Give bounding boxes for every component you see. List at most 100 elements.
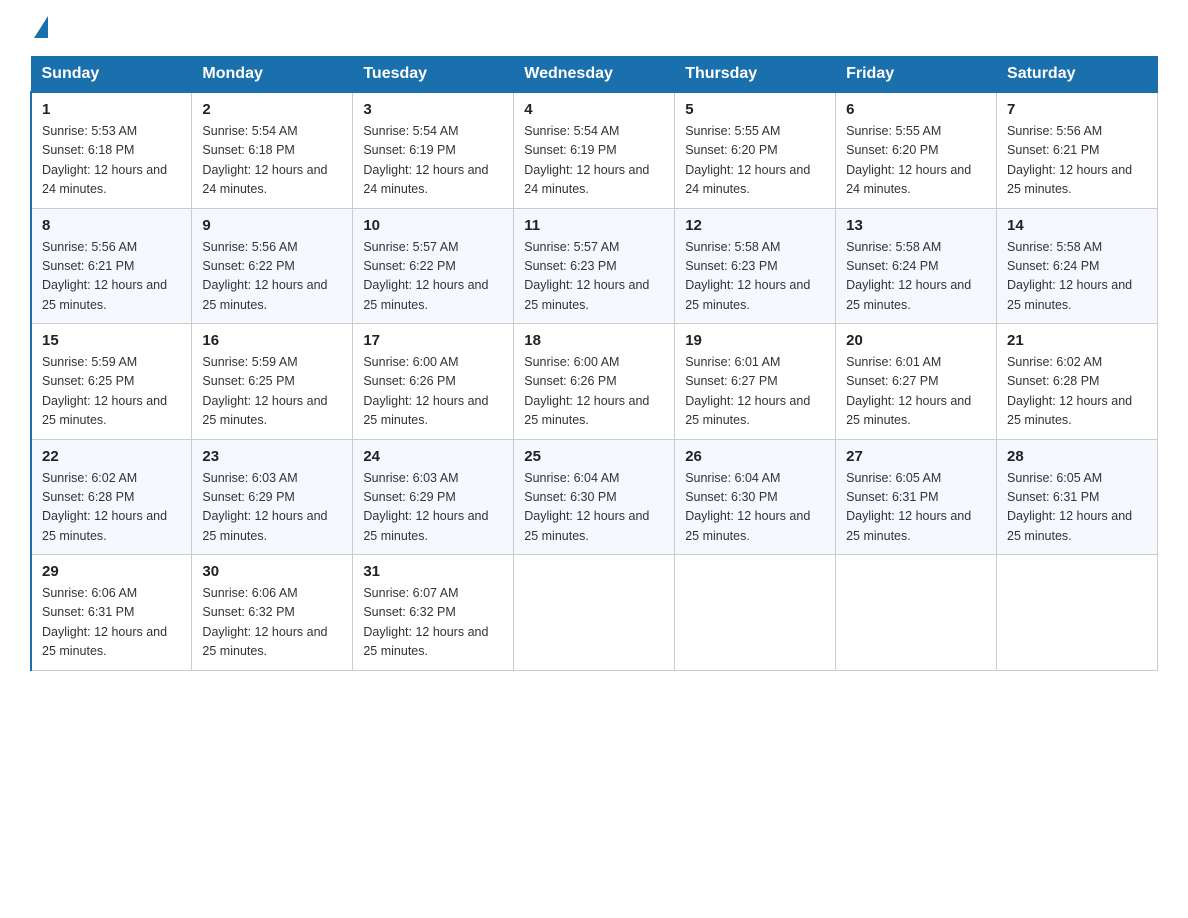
calendar-cell: 18 Sunrise: 6:00 AM Sunset: 6:26 PM Dayl… bbox=[514, 324, 675, 440]
day-info: Sunrise: 5:54 AM Sunset: 6:19 PM Dayligh… bbox=[524, 122, 664, 200]
day-number: 21 bbox=[1007, 332, 1147, 349]
header-cell-wednesday: Wednesday bbox=[514, 57, 675, 93]
day-number: 11 bbox=[524, 217, 664, 234]
logo bbox=[30, 20, 48, 38]
day-number: 24 bbox=[363, 448, 503, 465]
page-header bbox=[30, 20, 1158, 38]
day-number: 18 bbox=[524, 332, 664, 349]
day-number: 25 bbox=[524, 448, 664, 465]
calendar-cell: 29 Sunrise: 6:06 AM Sunset: 6:31 PM Dayl… bbox=[31, 555, 192, 671]
day-info: Sunrise: 6:05 AM Sunset: 6:31 PM Dayligh… bbox=[1007, 469, 1147, 547]
calendar-cell: 12 Sunrise: 5:58 AM Sunset: 6:23 PM Dayl… bbox=[675, 208, 836, 324]
day-number: 1 bbox=[42, 101, 181, 118]
calendar-cell: 23 Sunrise: 6:03 AM Sunset: 6:29 PM Dayl… bbox=[192, 439, 353, 555]
calendar-cell bbox=[836, 555, 997, 671]
day-info: Sunrise: 6:03 AM Sunset: 6:29 PM Dayligh… bbox=[363, 469, 503, 547]
day-info: Sunrise: 6:07 AM Sunset: 6:32 PM Dayligh… bbox=[363, 584, 503, 662]
calendar-cell: 4 Sunrise: 5:54 AM Sunset: 6:19 PM Dayli… bbox=[514, 92, 675, 208]
day-number: 17 bbox=[363, 332, 503, 349]
calendar-week-row: 1 Sunrise: 5:53 AM Sunset: 6:18 PM Dayli… bbox=[31, 92, 1158, 208]
calendar-cell: 22 Sunrise: 6:02 AM Sunset: 6:28 PM Dayl… bbox=[31, 439, 192, 555]
day-number: 16 bbox=[202, 332, 342, 349]
calendar-cell: 21 Sunrise: 6:02 AM Sunset: 6:28 PM Dayl… bbox=[997, 324, 1158, 440]
day-info: Sunrise: 5:58 AM Sunset: 6:23 PM Dayligh… bbox=[685, 238, 825, 316]
day-number: 31 bbox=[363, 563, 503, 580]
day-info: Sunrise: 6:04 AM Sunset: 6:30 PM Dayligh… bbox=[685, 469, 825, 547]
calendar-week-row: 22 Sunrise: 6:02 AM Sunset: 6:28 PM Dayl… bbox=[31, 439, 1158, 555]
calendar-cell bbox=[675, 555, 836, 671]
day-info: Sunrise: 5:57 AM Sunset: 6:22 PM Dayligh… bbox=[363, 238, 503, 316]
day-number: 7 bbox=[1007, 101, 1147, 118]
calendar-week-row: 8 Sunrise: 5:56 AM Sunset: 6:21 PM Dayli… bbox=[31, 208, 1158, 324]
day-info: Sunrise: 6:05 AM Sunset: 6:31 PM Dayligh… bbox=[846, 469, 986, 547]
calendar-header: SundayMondayTuesdayWednesdayThursdayFrid… bbox=[31, 57, 1158, 93]
day-info: Sunrise: 5:55 AM Sunset: 6:20 PM Dayligh… bbox=[846, 122, 986, 200]
day-number: 5 bbox=[685, 101, 825, 118]
day-number: 30 bbox=[202, 563, 342, 580]
day-info: Sunrise: 5:59 AM Sunset: 6:25 PM Dayligh… bbox=[202, 353, 342, 431]
day-info: Sunrise: 5:57 AM Sunset: 6:23 PM Dayligh… bbox=[524, 238, 664, 316]
calendar-cell: 5 Sunrise: 5:55 AM Sunset: 6:20 PM Dayli… bbox=[675, 92, 836, 208]
calendar-cell: 26 Sunrise: 6:04 AM Sunset: 6:30 PM Dayl… bbox=[675, 439, 836, 555]
header-cell-monday: Monday bbox=[192, 57, 353, 93]
day-info: Sunrise: 6:04 AM Sunset: 6:30 PM Dayligh… bbox=[524, 469, 664, 547]
day-info: Sunrise: 6:02 AM Sunset: 6:28 PM Dayligh… bbox=[1007, 353, 1147, 431]
calendar-cell: 8 Sunrise: 5:56 AM Sunset: 6:21 PM Dayli… bbox=[31, 208, 192, 324]
day-info: Sunrise: 6:02 AM Sunset: 6:28 PM Dayligh… bbox=[42, 469, 181, 547]
day-number: 27 bbox=[846, 448, 986, 465]
calendar-cell bbox=[514, 555, 675, 671]
calendar-table: SundayMondayTuesdayWednesdayThursdayFrid… bbox=[30, 56, 1158, 671]
day-number: 23 bbox=[202, 448, 342, 465]
day-number: 28 bbox=[1007, 448, 1147, 465]
calendar-cell: 2 Sunrise: 5:54 AM Sunset: 6:18 PM Dayli… bbox=[192, 92, 353, 208]
calendar-week-row: 15 Sunrise: 5:59 AM Sunset: 6:25 PM Dayl… bbox=[31, 324, 1158, 440]
calendar-cell: 17 Sunrise: 6:00 AM Sunset: 6:26 PM Dayl… bbox=[353, 324, 514, 440]
header-cell-thursday: Thursday bbox=[675, 57, 836, 93]
calendar-cell: 30 Sunrise: 6:06 AM Sunset: 6:32 PM Dayl… bbox=[192, 555, 353, 671]
day-number: 12 bbox=[685, 217, 825, 234]
calendar-cell bbox=[997, 555, 1158, 671]
calendar-cell: 20 Sunrise: 6:01 AM Sunset: 6:27 PM Dayl… bbox=[836, 324, 997, 440]
day-number: 6 bbox=[846, 101, 986, 118]
day-info: Sunrise: 5:56 AM Sunset: 6:22 PM Dayligh… bbox=[202, 238, 342, 316]
day-info: Sunrise: 5:55 AM Sunset: 6:20 PM Dayligh… bbox=[685, 122, 825, 200]
header-cell-tuesday: Tuesday bbox=[353, 57, 514, 93]
calendar-cell: 28 Sunrise: 6:05 AM Sunset: 6:31 PM Dayl… bbox=[997, 439, 1158, 555]
day-info: Sunrise: 6:00 AM Sunset: 6:26 PM Dayligh… bbox=[363, 353, 503, 431]
day-info: Sunrise: 5:59 AM Sunset: 6:25 PM Dayligh… bbox=[42, 353, 181, 431]
day-info: Sunrise: 5:56 AM Sunset: 6:21 PM Dayligh… bbox=[1007, 122, 1147, 200]
day-info: Sunrise: 5:54 AM Sunset: 6:19 PM Dayligh… bbox=[363, 122, 503, 200]
header-row: SundayMondayTuesdayWednesdayThursdayFrid… bbox=[31, 57, 1158, 93]
calendar-cell: 6 Sunrise: 5:55 AM Sunset: 6:20 PM Dayli… bbox=[836, 92, 997, 208]
day-number: 20 bbox=[846, 332, 986, 349]
calendar-cell: 16 Sunrise: 5:59 AM Sunset: 6:25 PM Dayl… bbox=[192, 324, 353, 440]
header-cell-sunday: Sunday bbox=[31, 57, 192, 93]
day-info: Sunrise: 5:53 AM Sunset: 6:18 PM Dayligh… bbox=[42, 122, 181, 200]
calendar-cell: 24 Sunrise: 6:03 AM Sunset: 6:29 PM Dayl… bbox=[353, 439, 514, 555]
day-info: Sunrise: 5:58 AM Sunset: 6:24 PM Dayligh… bbox=[1007, 238, 1147, 316]
day-number: 26 bbox=[685, 448, 825, 465]
day-number: 14 bbox=[1007, 217, 1147, 234]
calendar-cell: 25 Sunrise: 6:04 AM Sunset: 6:30 PM Dayl… bbox=[514, 439, 675, 555]
day-number: 4 bbox=[524, 101, 664, 118]
calendar-cell: 9 Sunrise: 5:56 AM Sunset: 6:22 PM Dayli… bbox=[192, 208, 353, 324]
day-number: 10 bbox=[363, 217, 503, 234]
day-number: 2 bbox=[202, 101, 342, 118]
calendar-cell: 13 Sunrise: 5:58 AM Sunset: 6:24 PM Dayl… bbox=[836, 208, 997, 324]
calendar-cell: 15 Sunrise: 5:59 AM Sunset: 6:25 PM Dayl… bbox=[31, 324, 192, 440]
day-info: Sunrise: 6:06 AM Sunset: 6:32 PM Dayligh… bbox=[202, 584, 342, 662]
calendar-week-row: 29 Sunrise: 6:06 AM Sunset: 6:31 PM Dayl… bbox=[31, 555, 1158, 671]
day-info: Sunrise: 5:56 AM Sunset: 6:21 PM Dayligh… bbox=[42, 238, 181, 316]
day-info: Sunrise: 6:00 AM Sunset: 6:26 PM Dayligh… bbox=[524, 353, 664, 431]
day-number: 3 bbox=[363, 101, 503, 118]
day-number: 19 bbox=[685, 332, 825, 349]
day-number: 15 bbox=[42, 332, 181, 349]
day-info: Sunrise: 6:03 AM Sunset: 6:29 PM Dayligh… bbox=[202, 469, 342, 547]
calendar-cell: 27 Sunrise: 6:05 AM Sunset: 6:31 PM Dayl… bbox=[836, 439, 997, 555]
day-info: Sunrise: 5:54 AM Sunset: 6:18 PM Dayligh… bbox=[202, 122, 342, 200]
calendar-cell: 7 Sunrise: 5:56 AM Sunset: 6:21 PM Dayli… bbox=[997, 92, 1158, 208]
calendar-cell: 1 Sunrise: 5:53 AM Sunset: 6:18 PM Dayli… bbox=[31, 92, 192, 208]
day-info: Sunrise: 6:01 AM Sunset: 6:27 PM Dayligh… bbox=[846, 353, 986, 431]
day-number: 29 bbox=[42, 563, 181, 580]
calendar-cell: 10 Sunrise: 5:57 AM Sunset: 6:22 PM Dayl… bbox=[353, 208, 514, 324]
